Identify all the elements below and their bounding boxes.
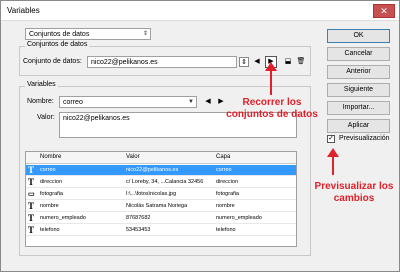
variables-dialog: Variables ✕ Conjuntos de datos ⇕ Conjunt… [0, 0, 400, 272]
save-dataset-icon[interactable]: ⬓ [283, 57, 293, 67]
variable-value-label: Valor: [37, 114, 55, 121]
chevron-down-icon: ▼ [188, 99, 194, 105]
preview-label: Previsualización [339, 135, 390, 142]
preview-checkbox[interactable]: ✓ [327, 135, 335, 143]
window-title: Variables [7, 6, 40, 15]
table-row[interactable]: Ttelefono 53453453 telefono [26, 225, 296, 236]
trash-icon[interactable]: 🗑 [296, 57, 306, 67]
text-variable-icon: T [28, 201, 35, 211]
table-row[interactable]: Tnumero_empleado 87687682 numero_empleado [26, 213, 296, 224]
variable-name-select[interactable]: correo ▼ [59, 96, 197, 108]
ok-button[interactable]: OK [327, 29, 390, 43]
cell-name: fotografia [40, 191, 63, 197]
variables-mode-select[interactable]: Conjuntos de datos ⇕ [25, 28, 151, 40]
cell-layer: numero_empleado [216, 215, 262, 221]
cell-layer: telefono [216, 227, 236, 233]
annotation-preview: Previsualizar los cambios [314, 181, 394, 204]
cell-layer: fotografia [216, 191, 239, 197]
chevron-updown-icon: ⇕ [142, 31, 148, 37]
cancel-button[interactable]: Cancelar [327, 47, 390, 61]
variables-group-label: Variables [25, 81, 58, 88]
cell-value: I:\...\fotos\nicolas.jpg [126, 191, 177, 197]
cell-value: 53453453 [126, 227, 151, 233]
text-variable-icon: T [28, 165, 35, 175]
cell-value: nico22@pelikanos.es [126, 167, 179, 173]
cell-name: nombre [40, 203, 59, 209]
cell-value: Nicolás Satrama Noriega [126, 203, 188, 209]
column-header-name: Nombre [40, 154, 62, 160]
variables-mode-value: Conjuntos de datos [29, 31, 90, 38]
next-button[interactable]: Siguiente [327, 83, 390, 97]
text-variable-icon: T [28, 225, 35, 235]
column-header-value: Valor [126, 154, 140, 160]
text-variable-icon: T [28, 213, 35, 223]
cell-name: telefono [40, 227, 60, 233]
cell-value: 87687682 [126, 215, 151, 221]
previous-variable-button[interactable]: ◀ [203, 97, 213, 107]
annotation-arrow-browse [265, 62, 277, 95]
variable-name-label: Nombre: [27, 98, 54, 105]
text-variable-icon: T [28, 177, 35, 187]
datasets-group-label: Conjuntos de datos [25, 41, 90, 48]
image-variable-icon: ▭ [28, 190, 35, 198]
variable-value-text: nico22@pelikanos.es [63, 115, 130, 122]
cell-name: numero_empleado [40, 215, 86, 221]
close-button[interactable]: ✕ [373, 4, 395, 18]
cell-name: direccion [40, 179, 63, 185]
cell-name: correo [40, 167, 56, 173]
title-bar: Variables ✕ [1, 1, 399, 21]
table-row[interactable]: Tcorreo nico22@pelikanos.es correo [26, 165, 296, 176]
dataset-spinner-icon[interactable]: ⇕ [239, 57, 249, 67]
table-header: Nombre Valor Capa [26, 152, 296, 164]
dataset-field-label: Conjunto de datos: [23, 58, 82, 65]
dataset-value: nico22@pelikanos.es [91, 59, 158, 66]
variables-table[interactable]: Nombre Valor Capa Tcorreo nico22@pelikano… [25, 151, 297, 247]
table-row[interactable]: ▭ fotografia I:\...\fotos\nicolas.jpg fotog… [26, 189, 296, 200]
cell-layer: direccion [216, 179, 239, 185]
dataset-select[interactable]: nico22@pelikanos.es [87, 56, 237, 68]
cell-layer: correo [216, 167, 232, 173]
cell-layer: nombre [216, 203, 235, 209]
table-row[interactable]: Tdireccion c/ Loreby, 34, ...Calancia 324… [26, 177, 296, 188]
import-button[interactable]: Importar... [327, 101, 390, 115]
table-row[interactable]: Tnombre Nicolás Satrama Noriega nombre [26, 201, 296, 212]
apply-button[interactable]: Aplicar [327, 119, 390, 133]
cell-value: c/ Loreby, 34, ...Calancia 32456 [126, 179, 204, 185]
annotation-browse: Recorrer los conjuntos de datos [226, 97, 318, 120]
column-header-layer: Capa [216, 154, 231, 160]
annotation-arrow-preview [327, 148, 339, 175]
variable-name-value: correo [63, 99, 83, 106]
previous-button[interactable]: Anterior [327, 65, 390, 79]
